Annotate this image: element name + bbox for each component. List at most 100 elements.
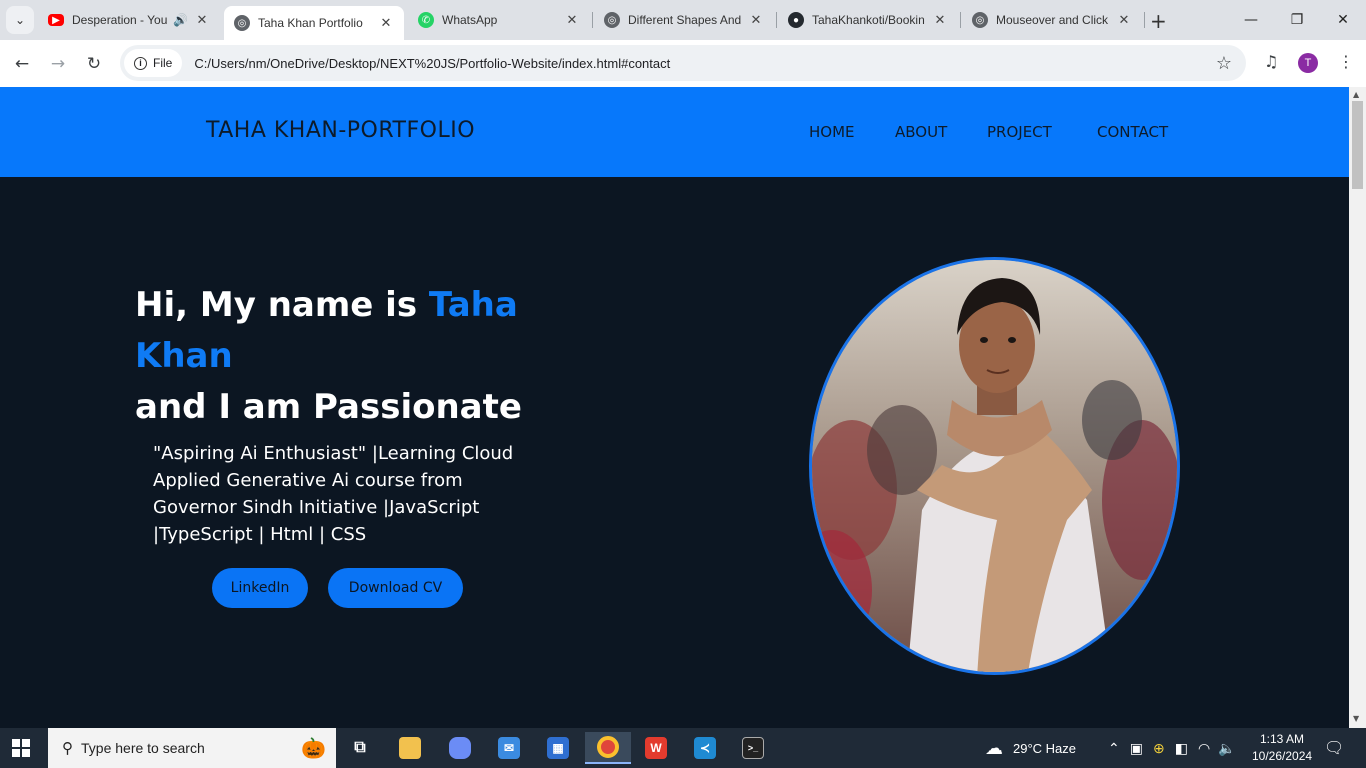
terminal-icon: >_ [742,737,764,759]
pumpkin-icon: 🎃 [301,737,326,760]
address-bar[interactable]: i File C:/Users/nm/OneDrive/Desktop/NEXT… [120,45,1246,81]
mail-button[interactable]: ✉ [489,732,529,764]
weather-widget[interactable]: ☁ 29°C Haze [985,728,1076,768]
bookmark-star-icon[interactable]: ☆ [1216,53,1232,74]
nav-link-contact[interactable]: CONTACT [1097,123,1168,141]
store-button[interactable]: ▦ [538,732,578,764]
restore-button[interactable]: ❐ [1274,0,1320,40]
vscode-icon: ≺ [694,737,716,759]
tab-search-button[interactable]: ⌄ [6,6,34,34]
wifi-icon[interactable]: ◠ [1198,740,1210,757]
whatsapp-icon: ✆ [418,12,434,28]
tab-portfolio[interactable]: ◎ Taha Khan Portfolio ✕ [224,6,404,40]
close-icon[interactable]: ✕ [194,12,210,28]
weather-haze-icon: ☁ [985,737,1003,758]
wps-button[interactable]: W [636,732,676,764]
media-control-icon[interactable]: ♫ [1264,52,1278,71]
plus-icon: + [1150,9,1167,33]
forward-button[interactable]: → [44,50,72,78]
windows-start-button[interactable] [12,739,30,757]
profile-avatar[interactable]: T [1298,53,1318,73]
file-explorer-button[interactable] [390,732,430,764]
new-tab-button[interactable]: + [1150,9,1167,33]
scroll-down-arrow-icon[interactable]: ▼ [1353,714,1359,723]
site-navbar: TAHA KHAN-PORTFOLIO HOME ABOUT PROJECT C… [0,87,1349,177]
profile-photo [809,257,1180,675]
speaker-icon[interactable]: 🔊 [173,13,188,27]
clock-time: 1:13 AM [1259,732,1305,746]
close-icon[interactable]: ✕ [1116,12,1132,28]
nav-link-project[interactable]: PROJECT [987,123,1052,141]
scrollbar-thumb[interactable] [1352,101,1363,189]
close-icon[interactable]: ✕ [378,15,394,31]
close-window-button[interactable]: ✕ [1320,0,1366,40]
nav-link-about[interactable]: ABOUT [895,123,947,141]
back-arrow-icon: ← [14,54,30,74]
system-tray: ⌃ ▣ ⊕ ◧ ◠ 🔈 [1108,728,1236,768]
scroll-up-arrow-icon[interactable]: ▲ [1353,90,1359,99]
tab-shapes[interactable]: ◎ Different Shapes And ✕ [594,0,774,40]
vscode-button[interactable]: ≺ [685,732,725,764]
task-view-icon: ⧉ [354,739,366,756]
tab-separator [776,12,777,28]
store-icon: ▦ [547,737,569,759]
notifications-button[interactable]: 🗨 [1324,728,1344,768]
site-info-chip[interactable]: i File [124,49,183,77]
chevron-down-icon: ⌄ [14,13,26,27]
chrome-icon [597,736,619,758]
reload-button[interactable]: ↻ [80,50,108,78]
nav-link-home[interactable]: HOME [809,123,855,141]
page-scrollbar[interactable]: ▲ ▼ [1349,87,1366,728]
display-icon[interactable]: ▣ [1130,740,1143,757]
close-icon[interactable]: ✕ [932,12,948,28]
tab-title: Taha Khan Portfolio [258,16,363,30]
url-text[interactable]: C:/Users/nm/OneDrive/Desktop/NEXT%20JS/P… [194,56,1216,71]
chrome-button[interactable] [585,732,631,764]
tab-mouseover[interactable]: ◎ Mouseover and Click ✕ [962,0,1142,40]
taskbar-clock[interactable]: 1:13 AM 10/26/2024 [1252,731,1312,765]
chip-label: File [153,56,173,70]
forward-arrow-icon: → [50,54,66,74]
copilot-button[interactable] [440,732,480,764]
avatar-initial: T [1304,57,1312,69]
tab-title: Different Shapes And [628,13,742,27]
minimize-icon: — [1244,12,1258,28]
more-menu-icon[interactable]: ⋮ [1338,52,1354,71]
site-brand[interactable]: TAHA KHAN-PORTFOLIO [206,118,475,143]
profile-photo-illustration [812,260,1177,672]
task-view-button[interactable]: ⧉ [340,732,380,764]
tab-strip: ⌄ ▶ Desperation - You 🔊 ✕ ◎ Taha Khan Po… [0,0,1366,40]
download-cv-button[interactable]: Download CV [328,568,463,608]
windows-taskbar: ⚲ Type here to search 🎃 ⧉ ✉ ▦ W ≺ >_ ☁ 2… [0,728,1366,768]
device-icon[interactable]: ◧ [1175,740,1188,757]
reload-icon: ↻ [86,54,102,74]
plus-circle-icon[interactable]: ⊕ [1153,740,1165,757]
clock-date: 10/26/2024 [1252,749,1313,763]
tab-separator [592,12,593,28]
folder-icon [399,737,421,759]
tab-youtube[interactable]: ▶ Desperation - You 🔊 ✕ [38,0,220,40]
hero-heading: Hi, My name is Taha Khan and I am Passio… [135,280,555,433]
tab-github[interactable]: ● TahaKhankoti/Bookin ✕ [778,0,958,40]
linkedin-button[interactable]: LinkedIn [212,568,308,608]
back-button[interactable]: ← [8,50,36,78]
globe-icon: ◎ [604,12,620,28]
volume-icon[interactable]: 🔈 [1218,740,1235,757]
taskbar-search-box[interactable]: ⚲ Type here to search 🎃 [48,728,336,768]
search-icon: ⚲ [62,740,73,757]
terminal-button[interactable]: >_ [733,732,773,764]
weather-text: 29°C Haze [1013,740,1077,756]
tab-title: TahaKhankoti/Bookin [812,13,925,27]
close-icon: ✕ [1337,12,1349,28]
info-icon: i [134,56,147,70]
hero-greeting: Hi, My name is [135,285,429,325]
tab-title: Mouseover and Click [996,13,1109,27]
minimize-button[interactable]: — [1228,0,1274,40]
close-icon[interactable]: ✕ [748,12,764,28]
chevron-up-icon[interactable]: ⌃ [1108,740,1120,757]
hero-description: "Aspiring Ai Enthusiast" |Learning Cloud… [153,443,514,545]
tab-whatsapp[interactable]: ✆ WhatsApp ✕ [408,0,590,40]
globe-icon: ◎ [234,15,250,31]
github-icon: ● [788,12,804,28]
close-icon[interactable]: ✕ [564,12,580,28]
